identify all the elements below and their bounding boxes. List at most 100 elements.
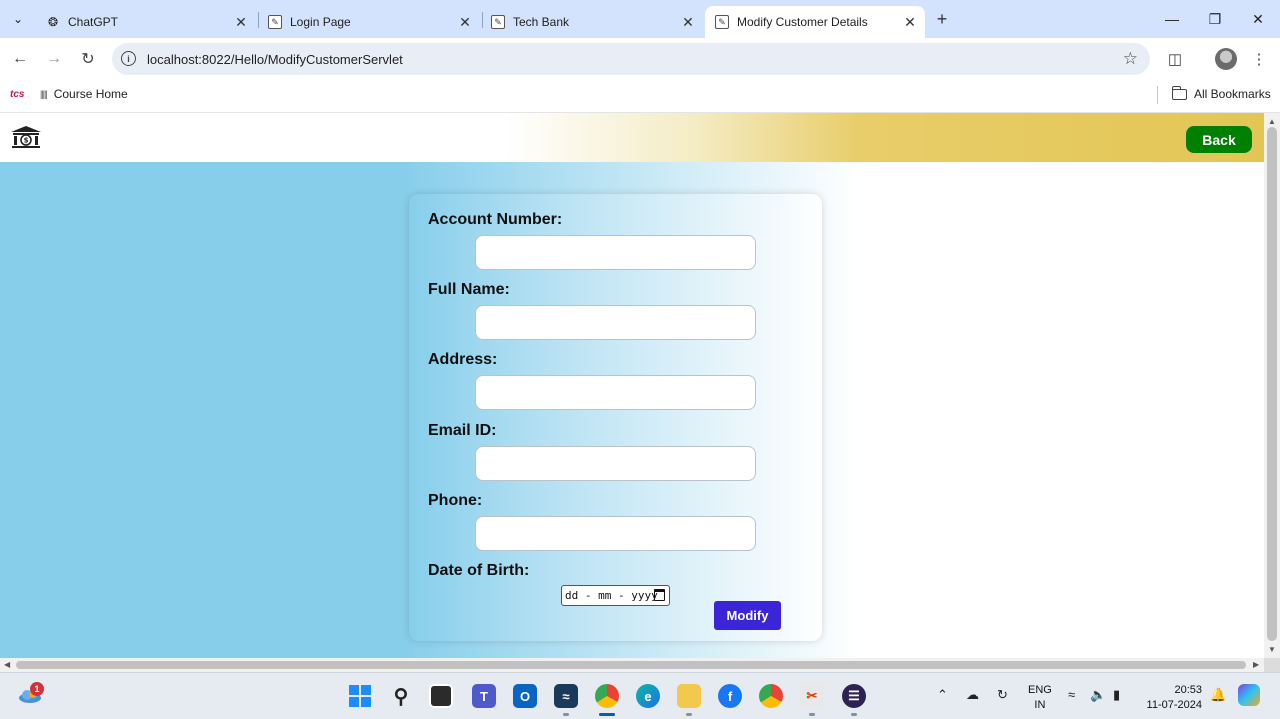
outlook-icon[interactable]: O (513, 684, 537, 708)
vertical-scrollbar[interactable]: ▲ ▼ (1264, 113, 1280, 658)
tray-overflow-chevron-icon[interactable]: ⌃ (937, 687, 948, 703)
full-name-input[interactable] (475, 305, 756, 340)
mysql-workbench-icon[interactable]: ≈ (554, 684, 578, 708)
extensions-icon[interactable]: ◫ (1164, 48, 1186, 70)
horizontal-scrollbar[interactable]: ◀ ▶ (0, 658, 1264, 672)
calendar-icon[interactable] (654, 589, 665, 601)
close-icon[interactable]: ✕ (232, 13, 250, 31)
menu-kebab-icon[interactable]: ⋮ (1248, 48, 1270, 70)
chatgpt-icon: ❂ (47, 15, 59, 29)
tab-modify-customer-details[interactable]: ✎ Modify Customer Details ✕ (705, 6, 925, 38)
snipping-tool-icon[interactable]: ✂ (800, 684, 824, 708)
file-explorer-icon[interactable] (677, 684, 701, 708)
tab-title: ChatGPT (68, 15, 119, 29)
address-label: Address: (428, 351, 498, 368)
restore-icon[interactable]: ❐ (1204, 8, 1226, 30)
page-icon: ✎ (491, 15, 505, 29)
edge-icon[interactable]: e (636, 684, 660, 708)
task-view-icon[interactable] (429, 684, 453, 708)
account-number-label: Account Number: (428, 211, 563, 228)
page-icon: ✎ (268, 15, 282, 29)
notification-bell-icon[interactable]: 🔔 (1210, 687, 1226, 703)
forward-arrow-icon[interactable]: → (43, 48, 65, 70)
bank-icon: $ (11, 126, 41, 148)
email-label: Email ID: (428, 422, 497, 439)
sync-icon[interactable]: ↻ (997, 687, 1008, 703)
onedrive-cloud-icon[interactable]: ☁ (966, 687, 979, 703)
page-header: $ Back (0, 113, 1264, 162)
bookmark-label: Course Home (53, 87, 128, 101)
bookmark-tcs[interactable]: tcs (10, 89, 24, 100)
running-indicator (563, 713, 569, 716)
tab-tech-bank[interactable]: ✎ Tech Bank ✕ (481, 6, 703, 38)
close-icon[interactable]: ✕ (679, 13, 697, 31)
full-name-label: Full Name: (428, 281, 510, 298)
system-clock[interactable]: 20:53 11-07-2024 (1140, 683, 1202, 713)
phone-input[interactable] (475, 516, 756, 551)
bookmarks-divider (1157, 86, 1158, 104)
scroll-up-icon[interactable]: ▲ (1268, 117, 1276, 126)
notification-badge: 1 (30, 682, 44, 696)
wifi-icon[interactable]: ≈ (1068, 687, 1075, 702)
running-indicator (686, 713, 692, 716)
bookmark-course-home[interactable]: ||||| Course Home (40, 87, 128, 101)
modify-button[interactable]: Modify (714, 601, 781, 630)
running-indicator (809, 713, 815, 716)
search-icon[interactable]: ⚲ (389, 684, 413, 708)
scroll-down-icon[interactable]: ▼ (1268, 645, 1276, 654)
scroll-left-icon[interactable]: ◀ (4, 660, 10, 669)
site-info-icon[interactable]: i (121, 51, 136, 66)
all-bookmarks-label: All Bookmarks (1194, 87, 1271, 101)
chrome-icon[interactable] (595, 684, 619, 708)
window-close-icon[interactable]: ✕ (1247, 8, 1269, 30)
page-icon: ✎ (715, 15, 729, 29)
minimize-icon[interactable]: — (1161, 8, 1183, 30)
copilot-icon[interactable] (1238, 684, 1260, 706)
scroll-right-icon[interactable]: ▶ (1253, 660, 1259, 669)
back-button[interactable]: Back (1186, 126, 1252, 153)
email-input[interactable] (475, 446, 756, 481)
bookmark-star-icon[interactable]: ☆ (1123, 49, 1138, 69)
address-bar[interactable]: i localhost:8022/Hello/ModifyCustomerSer… (112, 43, 1150, 75)
windows-taskbar: 1 ⚲ T O ≈ e f ✂ ☰ ⌃ ☁ ↻ ENG IN ≈ 🔈 ▮ 20:… (0, 672, 1280, 719)
vertical-scroll-thumb[interactable] (1267, 127, 1277, 641)
region-code: IN (1034, 699, 1046, 711)
tab-title: Login Page (290, 15, 351, 29)
teams-icon[interactable]: T (472, 684, 496, 708)
tab-chatgpt[interactable]: ❂ ChatGPT ✕ (36, 6, 256, 38)
tab-search-chevron-icon[interactable]: ⌄ (6, 7, 30, 31)
account-number-input[interactable] (475, 235, 756, 270)
profile-avatar[interactable] (1215, 48, 1237, 70)
all-bookmarks-button[interactable]: All Bookmarks (1171, 85, 1271, 101)
tab-strip: ⌄ ❂ ChatGPT ✕ ✎ Login Page ✕ ✎ Tech Bank… (0, 0, 1280, 38)
active-indicator (599, 713, 615, 716)
url-text[interactable]: localhost:8022/Hello/ModifyCustomerServl… (147, 52, 403, 67)
bookmarks-bar: tcs ||||| Course Home All Bookmarks (0, 80, 1280, 113)
browser-toolbar: ← → ↻ i localhost:8022/Hello/ModifyCusto… (0, 38, 1280, 80)
page-viewport: $ Back Account Number: Full Name: Addres… (0, 113, 1264, 658)
language-code: ENG (1028, 684, 1052, 696)
new-tab-button[interactable]: + (932, 9, 952, 29)
language-indicator[interactable]: ENG IN (1028, 683, 1052, 713)
horizontal-scroll-thumb[interactable] (16, 661, 1246, 669)
close-icon[interactable]: ✕ (456, 13, 474, 31)
clock-time: 20:53 (1174, 684, 1202, 696)
chrome-secondary-icon[interactable] (759, 684, 783, 708)
tab-title: Modify Customer Details (737, 15, 868, 29)
eclipse-icon[interactable]: ☰ (842, 684, 866, 708)
modify-customer-form: Account Number: Full Name: Address: Emai… (409, 194, 822, 641)
start-windows-icon[interactable] (348, 684, 372, 708)
running-indicator (851, 713, 857, 716)
date-of-birth-input[interactable]: dd - mm - yyyy (561, 585, 670, 606)
reload-icon[interactable]: ↻ (77, 48, 99, 70)
address-input[interactable] (475, 375, 756, 410)
speaker-muted-icon[interactable]: 🔈 (1090, 687, 1106, 703)
tab-login-page[interactable]: ✎ Login Page ✕ (258, 6, 480, 38)
svg-text:$: $ (24, 137, 29, 145)
cisco-icon: ||||| (40, 89, 48, 99)
battery-icon[interactable]: ▮ (1113, 687, 1120, 703)
back-arrow-icon[interactable]: ← (9, 48, 31, 70)
close-icon[interactable]: ✕ (901, 13, 919, 31)
date-placeholder: dd - mm - yyyy (565, 589, 658, 602)
facebook-icon[interactable]: f (718, 684, 742, 708)
